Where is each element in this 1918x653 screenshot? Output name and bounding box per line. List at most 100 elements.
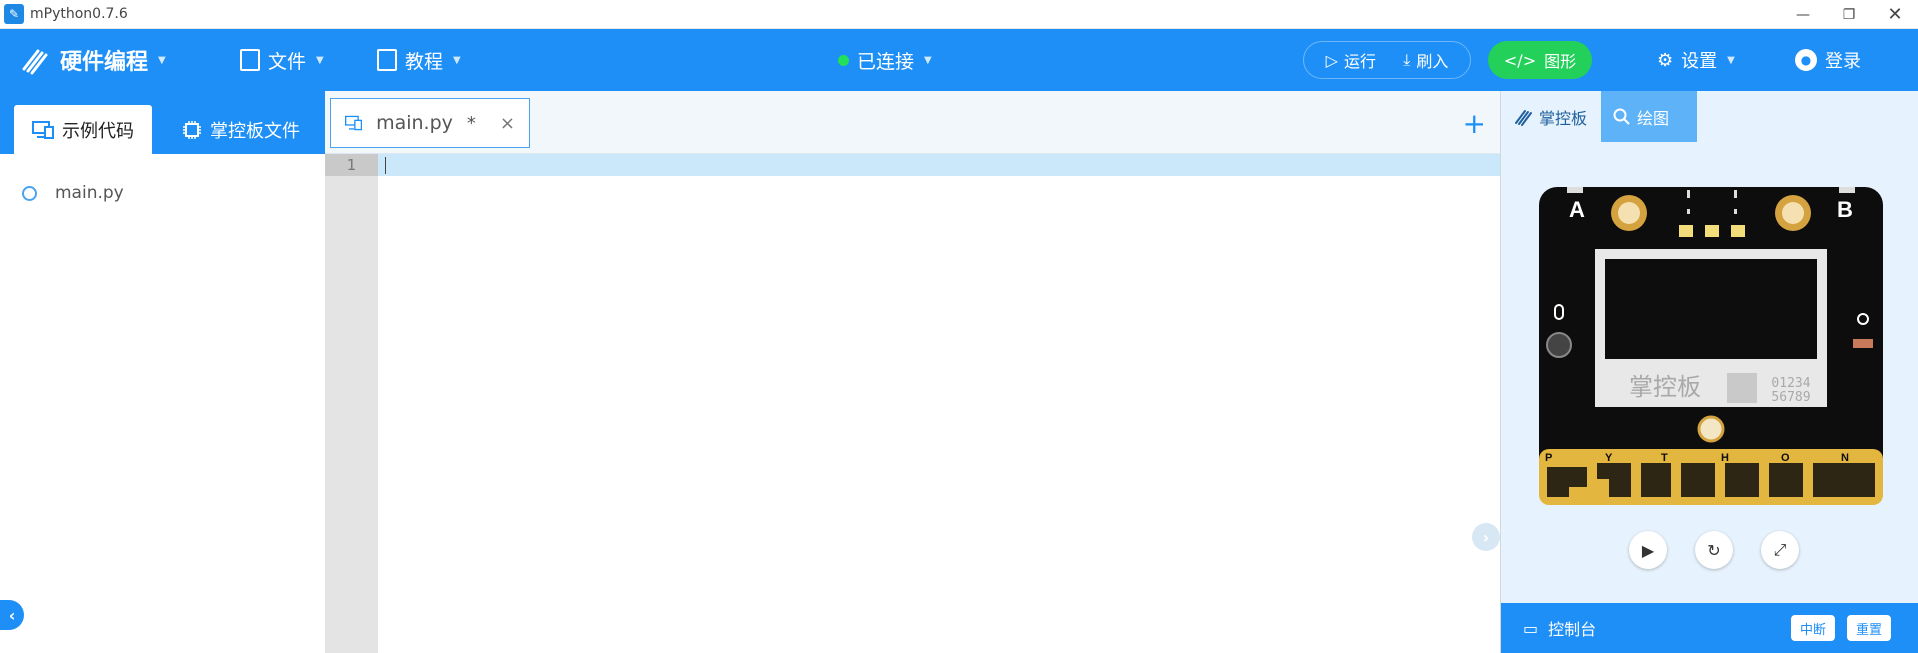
file-name: main.py: [55, 183, 124, 203]
board-brand-text: 掌控板: [1629, 373, 1701, 401]
board-controls: ▶ ↻ ⤢: [1629, 531, 1799, 569]
graphic-label: 图形: [1544, 52, 1577, 71]
modified-marker: *: [466, 112, 476, 134]
connection-label: 已连接: [857, 50, 915, 73]
title-bar: ✎ mPython0.7.6 — ❐ ✕: [0, 0, 1918, 29]
chevron-down-icon: ▼: [158, 54, 166, 66]
tutorial-menu[interactable]: 教程 ▼: [377, 29, 461, 91]
tab-board-files-label: 掌控板文件: [210, 120, 300, 142]
run-button[interactable]: ▷ 运行: [1326, 48, 1376, 72]
chevron-down-icon: ▼: [453, 54, 461, 66]
run-simulation-button[interactable]: ▶: [1629, 531, 1667, 569]
pin-letter: P: [1545, 452, 1552, 464]
pin-letter: Y: [1605, 452, 1613, 464]
play-icon: ▶: [1641, 540, 1655, 560]
active-code-line[interactable]: [378, 154, 1500, 176]
editor-tab-main[interactable]: main.py * ×: [330, 98, 530, 148]
list-item[interactable]: main.py: [22, 183, 124, 203]
chevron-down-icon: ▼: [924, 54, 932, 66]
pin-letter: O: [1781, 452, 1790, 464]
code-editor: main.py * × + 1 ›: [325, 91, 1500, 653]
brand-logo-icon: [22, 49, 48, 75]
gear-icon: ⚙: [1657, 49, 1674, 71]
board-simulator: A B 掌控板 01234 56789 P Y T H O N: [1539, 185, 1883, 509]
run-flash-group: ▷ 运行 ⤓ 刷入: [1303, 41, 1471, 79]
right-panel: 掌控板 绘图 A B 掌控板 01234 56789 P Y T H O N ▶…: [1500, 91, 1918, 653]
brand-menu[interactable]: 硬件编程 ▼: [18, 29, 166, 91]
close-button[interactable]: ✕: [1872, 0, 1918, 29]
file-menu-label: 文件: [268, 50, 307, 73]
collapse-right-panel-button[interactable]: ›: [1472, 523, 1500, 551]
file-icon: [240, 49, 260, 71]
close-tab-icon[interactable]: ×: [500, 113, 515, 134]
tab-board[interactable]: 掌控板: [1501, 91, 1601, 142]
chevron-down-icon: ▼: [316, 54, 324, 66]
connection-status[interactable]: 已连接 ▼: [838, 29, 932, 91]
interrupt-button[interactable]: 中断: [1791, 615, 1836, 641]
tab-examples-label: 示例代码: [62, 120, 134, 142]
file-menu[interactable]: 文件 ▼: [240, 29, 324, 91]
brand-label: 硬件编程: [60, 50, 149, 75]
monitor-icon: [345, 115, 363, 131]
chip-icon: [183, 120, 201, 139]
tab-board-label: 掌控板: [1539, 108, 1588, 128]
app-logo-icon: ✎: [4, 4, 24, 24]
serial-line-2: 56789: [1771, 390, 1810, 405]
user-icon: ●: [1795, 49, 1817, 71]
expand-icon: ⤢: [1773, 540, 1787, 559]
flash-label: 刷入: [1416, 52, 1449, 71]
book-icon: [377, 49, 397, 71]
tutorial-menu-label: 教程: [405, 50, 444, 73]
editor-tab-label: main.py: [376, 112, 453, 134]
collapse-left-panel-button[interactable]: ‹: [0, 600, 24, 630]
graphic-mode-button[interactable]: </> 图形: [1488, 41, 1592, 79]
text-cursor: [385, 157, 386, 174]
left-panel-tabs: 示例代码 掌控板文件: [0, 91, 325, 154]
pin-letter: H: [1721, 452, 1729, 464]
code-icon: </>: [1503, 50, 1537, 70]
settings-menu[interactable]: ⚙ 设置 ▼: [1657, 29, 1735, 91]
search-icon: [1613, 108, 1630, 125]
python-icon: [22, 185, 37, 201]
console-icon: ▭: [1523, 618, 1539, 638]
button-b-label: B: [1837, 197, 1853, 222]
serial-line-1: 01234: [1771, 376, 1810, 391]
window-title: mPython0.7.6: [30, 6, 128, 22]
line-number-gutter: 1: [325, 154, 378, 653]
console-label: 控制台: [1548, 620, 1597, 639]
reset-button[interactable]: 重置: [1847, 615, 1892, 641]
pin-letter: T: [1661, 452, 1668, 464]
maximize-button[interactable]: ❐: [1826, 0, 1872, 29]
chevron-down-icon: ▼: [1727, 54, 1735, 66]
reset-simulation-button[interactable]: ↻: [1695, 531, 1733, 569]
play-icon: ▷: [1325, 50, 1338, 70]
left-panel: 示例代码 掌控板文件 main.py ‹: [0, 91, 325, 653]
tab-plot-label: 绘图: [1637, 108, 1670, 128]
login-button[interactable]: ● 登录: [1795, 29, 1861, 91]
add-tab-button[interactable]: +: [1463, 107, 1486, 140]
settings-label: 设置: [1681, 51, 1718, 72]
button-a-label: A: [1569, 197, 1585, 222]
refresh-icon: ↻: [1707, 540, 1721, 560]
connected-dot-icon: [838, 54, 849, 66]
monitor-icon: [32, 120, 54, 139]
login-label: 登录: [1825, 51, 1861, 72]
flash-button[interactable]: ⤓ 刷入: [1403, 48, 1448, 72]
fullscreen-button[interactable]: ⤢: [1761, 531, 1799, 569]
editor-tabs: main.py * × +: [325, 91, 1500, 154]
minimize-button[interactable]: —: [1780, 0, 1826, 29]
line-number: 1: [325, 154, 378, 176]
download-icon: ⤓: [1403, 50, 1411, 69]
right-panel-tabs: 掌控板 绘图: [1501, 91, 1918, 142]
chevron-left-icon: ‹: [8, 605, 16, 625]
tab-board-files[interactable]: 掌控板文件: [164, 105, 318, 154]
board-logo-icon: [1515, 109, 1532, 126]
board-image: A B 掌控板 01234 56789 P Y T H O N: [1539, 185, 1883, 505]
pin-letter: N: [1841, 452, 1849, 464]
chevron-right-icon: ›: [1482, 527, 1490, 547]
console-bar[interactable]: ▭ 控制台 中断 重置: [1501, 603, 1918, 653]
run-label: 运行: [1343, 52, 1376, 71]
tab-plot[interactable]: 绘图: [1601, 91, 1697, 142]
tab-examples[interactable]: 示例代码: [14, 105, 152, 154]
main-toolbar: 硬件编程 ▼ 文件 ▼ 教程 ▼ 已连接 ▼ ▷ 运行 ⤓ 刷入 </> 图形 …: [0, 29, 1918, 91]
